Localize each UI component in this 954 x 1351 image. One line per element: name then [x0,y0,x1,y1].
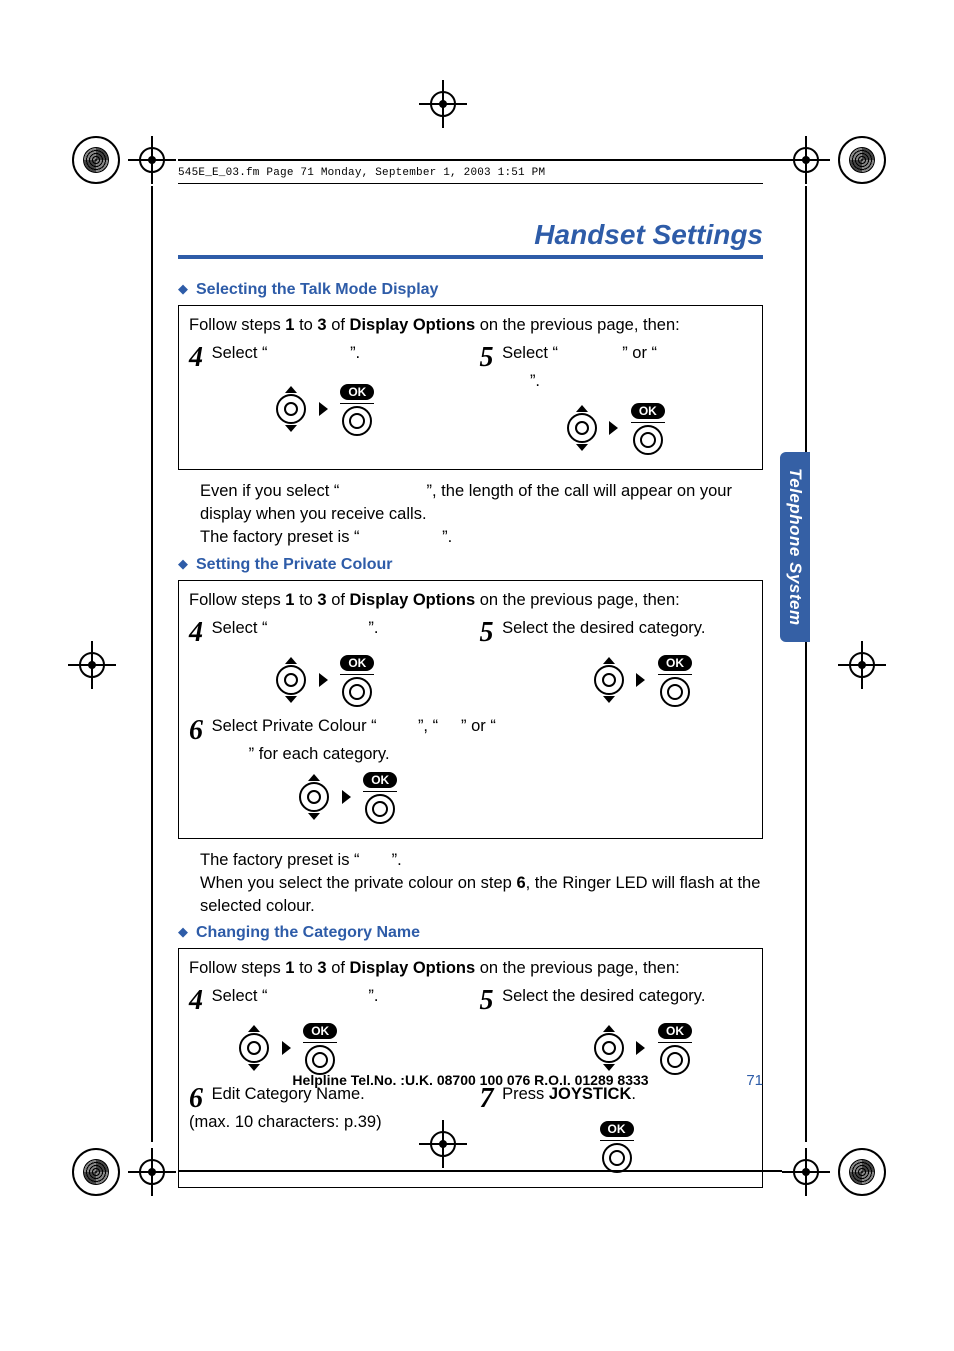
page-number: 71 [746,1072,763,1089]
step-number: 5 [480,344,494,372]
reg-corner-icon [72,1148,120,1196]
ok-press-icon: OK [340,653,374,707]
reg-cross-icon [128,136,176,184]
reg-cross-icon [838,641,886,689]
step-number: 5 [480,987,494,1015]
reg-cross-icon [782,136,830,184]
step-number: 6 [189,717,203,745]
step-number: 6 [189,1085,203,1113]
reg-cross-icon [68,641,116,689]
ok-press-icon: OK [658,1021,692,1075]
page-title: Handset Settings [178,219,763,251]
arrow-right-icon [319,402,328,416]
step-text: Select “ ”. [212,987,379,1005]
note-text: Even if you select “ ”, the length of th… [200,480,763,549]
step-text: Edit Category Name. (max. 10 characters:… [189,1085,382,1131]
arrow-right-icon [319,673,328,687]
arrow-right-icon [342,790,351,804]
side-tab-label: Telephone System [785,468,805,626]
joystick-updown-icon [594,1025,624,1071]
arrow-right-icon [282,1041,291,1055]
diamond-icon: ◆ [178,281,188,297]
joystick-updown-icon [276,386,306,432]
joystick-updown-icon [276,657,306,703]
diamond-icon: ◆ [178,556,188,572]
joystick-updown-icon [567,405,597,451]
joystick-updown-icon [299,774,329,820]
arrow-right-icon [609,421,618,435]
step-text: Select “ ” or “ ”. [480,344,658,390]
step-number: 4 [189,344,203,372]
step-number: 5 [480,619,494,647]
step-number: 7 [480,1085,494,1113]
section-heading: Changing the Category Name [196,924,420,942]
steps-frame: Follow steps 1 to 3 of Display Options o… [178,305,763,470]
ok-press-icon: OK [340,382,374,436]
arrow-right-icon [636,673,645,687]
joystick-updown-icon [239,1025,269,1071]
reg-corner-icon [838,1148,886,1196]
step-text: Press JOYSTICK. [502,1085,636,1103]
step-text: Select the desired category. [502,619,705,637]
reg-cross-icon [128,1148,176,1196]
intro-text: Follow steps 1 to 3 of Display Options o… [189,589,752,611]
section-heading: Setting the Private Colour [196,556,392,574]
section-heading: Selecting the Talk Mode Display [196,281,438,299]
intro-text: Follow steps 1 to 3 of Display Options o… [189,314,752,336]
ok-press-icon: OK [303,1021,337,1075]
steps-frame: Follow steps 1 to 3 of Display Options o… [178,948,763,1188]
ok-press-icon: OK [631,401,665,455]
step-text: Select “ ”. [212,344,361,362]
joystick-updown-icon [594,657,624,703]
reg-cross-icon [419,80,467,128]
ok-press-icon: OK [600,1119,634,1173]
title-rule [178,255,763,259]
crop-line [805,186,807,1142]
reg-cross-icon [782,1148,830,1196]
reg-corner-icon [72,136,120,184]
crop-line [151,186,153,1142]
diamond-icon: ◆ [178,924,188,940]
side-tab: Telephone System [780,452,810,642]
step-text: Select the desired category. [502,987,705,1005]
arrow-right-icon [636,1041,645,1055]
reg-corner-icon [838,136,886,184]
note-text: The factory preset is “ ”. When you sele… [200,849,763,918]
ok-press-icon: OK [363,770,397,824]
step-text: Select Private Colour “ ”, “ ” or “ ” fo… [189,717,496,763]
intro-text: Follow steps 1 to 3 of Display Options o… [189,957,752,979]
helpline-text: Helpline Tel.No. :U.K. 08700 100 076 R.O… [292,1072,648,1088]
step-number: 4 [189,619,203,647]
ok-press-icon: OK [658,653,692,707]
steps-frame: Follow steps 1 to 3 of Display Options o… [178,580,763,839]
step-number: 4 [189,987,203,1015]
step-text: Select “ ”. [212,619,379,637]
